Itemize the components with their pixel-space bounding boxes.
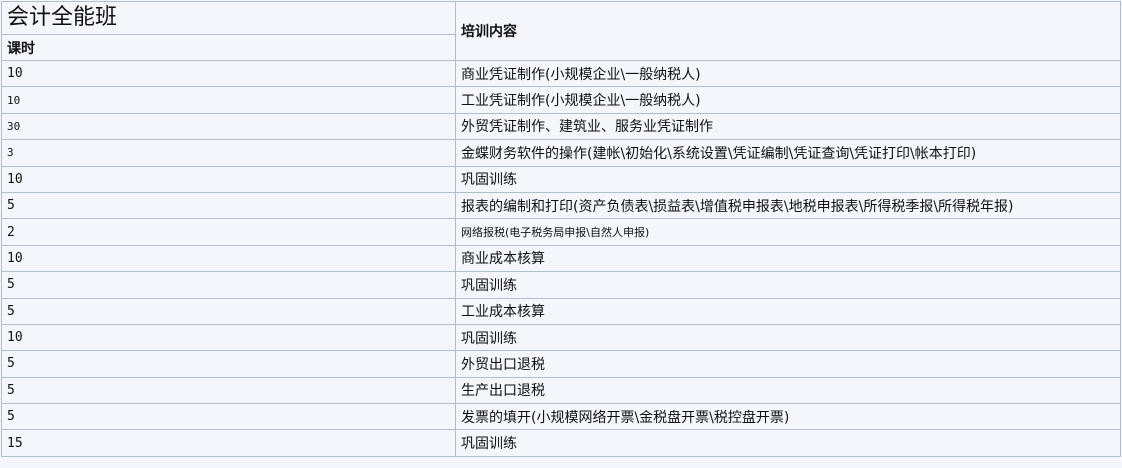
content-cell: 外贸出口退税 [455, 350, 1121, 378]
table-row: 5 巩固训练 [1, 271, 1121, 299]
content-cell: 发票的填开(小规模网络开票\金税盘开票\税控盘开票) [455, 403, 1121, 431]
table-row: 10 巩固训练 [1, 323, 1121, 352]
table-row: 3 金蝶财务软件的操作(建帐\初始化\系统设置\凭证编制\凭证查询\凭证打印\帐本… [1, 139, 1121, 167]
content-cell: 金蝶财务软件的操作(建帐\初始化\系统设置\凭证编制\凭证查询\凭证打印\帐本打… [455, 139, 1121, 167]
table-row: 5 外贸出口退税 [1, 350, 1121, 378]
hours-cell: 10 [1, 244, 456, 273]
table-row: 5 报表的编制和打印(资产负债表\损益表\增值税申报表\地税申报表\所得税季报\所… [1, 191, 1121, 220]
course-title: 会计全能班 [1, 1, 456, 35]
hours-cell: 5 [1, 271, 456, 299]
table-row: 10 商业凭证制作(小规模企业\一般纳税人) [1, 59, 1121, 88]
hours-cell: 30 [1, 112, 456, 141]
content-cell: 工业凭证制作(小规模企业\一般纳税人) [455, 86, 1121, 114]
hours-column-header: 课时 [1, 34, 456, 61]
content-cell: 外贸凭证制作、建筑业、服务业凭证制作 [455, 112, 1121, 141]
content-cell: 工业成本核算 [455, 297, 1121, 325]
table-row: 2 网络报税(电子税务局申报\自然人申报) [1, 218, 1121, 246]
content-cell: 报表的编制和打印(资产负债表\损益表\增值税申报表\地税申报表\所得税季报\所得… [455, 191, 1121, 220]
hours-cell: 2 [1, 218, 456, 246]
content-cell: 巩固训练 [455, 323, 1121, 352]
content-cell: 巩固训练 [455, 271, 1121, 299]
course-table: 会计全能班 培训内容 课时 10 商业凭证制作(小规模企业\一般纳税人) 10 工业凭… [1, 1, 1121, 457]
hours-cell: 3 [1, 139, 456, 167]
content-cell: 网络报税(电子税务局申报\自然人申报) [455, 218, 1121, 246]
hours-cell: 10 [1, 323, 456, 352]
content-cell: 生产出口退税 [455, 376, 1121, 405]
table-row: 10 工业凭证制作(小规模企业\一般纳税人) [1, 86, 1121, 114]
course-table-body: 会计全能班 培训内容 课时 10 商业凭证制作(小规模企业\一般纳税人) 10 工业凭… [1, 1, 1121, 457]
hours-cell: 10 [1, 86, 456, 114]
hours-cell: 10 [1, 59, 456, 88]
hours-cell: 5 [1, 297, 456, 325]
content-cell: 商业成本核算 [455, 244, 1121, 273]
table-row: 5 发票的填开(小规模网络开票\金税盘开票\税控盘开票) [1, 403, 1121, 431]
content-cell: 巩固训练 [455, 429, 1121, 457]
table-row: 5 生产出口退税 [1, 376, 1121, 405]
table-row: 15 巩固训练 [1, 429, 1121, 457]
hours-cell: 5 [1, 191, 456, 220]
hours-cell: 5 [1, 350, 456, 378]
table-row: 10 商业成本核算 [1, 244, 1121, 273]
hours-cell: 5 [1, 376, 456, 405]
hours-cell: 10 [1, 165, 456, 193]
content-cell: 商业凭证制作(小规模企业\一般纳税人) [455, 59, 1121, 88]
table-row: 10 巩固训练 [1, 165, 1121, 193]
table-row: 5 工业成本核算 [1, 297, 1121, 325]
table-row: 30 外贸凭证制作、建筑业、服务业凭证制作 [1, 112, 1121, 141]
hours-cell: 5 [1, 403, 456, 431]
hours-cell: 15 [1, 429, 456, 457]
content-column-header: 培训内容 [455, 1, 1121, 61]
content-cell: 巩固训练 [455, 165, 1121, 193]
title-row: 会计全能班 培训内容 [1, 1, 1121, 61]
